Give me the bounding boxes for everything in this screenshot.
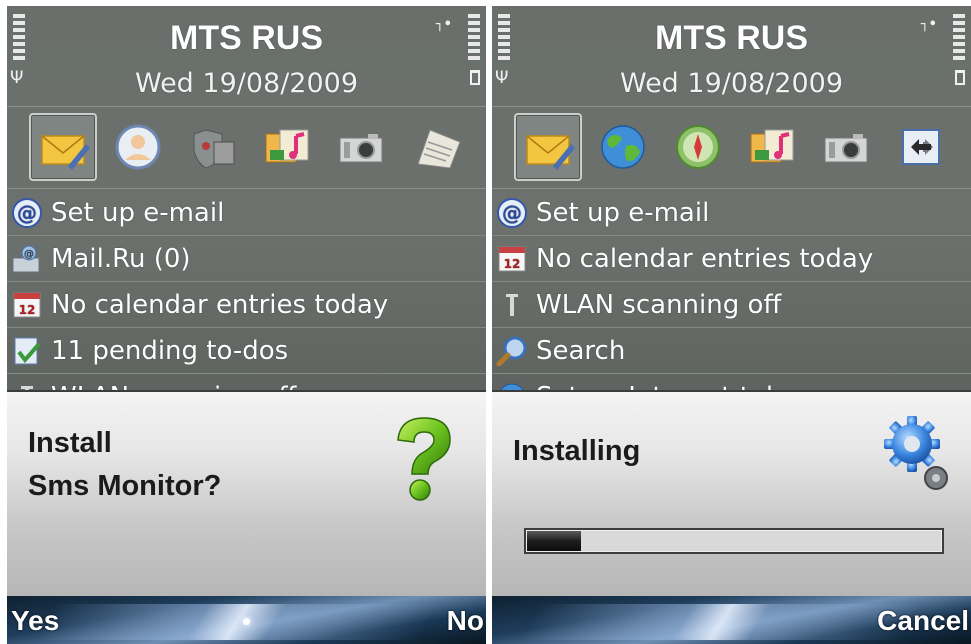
shortcut-bar: [29, 113, 479, 183]
at-icon: @: [497, 198, 527, 228]
globe-icon: [601, 125, 645, 169]
yes-softkey[interactable]: Yes: [11, 604, 59, 638]
shortcut-sync[interactable]: [888, 113, 956, 181]
list-item[interactable]: Search: [492, 328, 971, 374]
svg-text:12: 12: [504, 257, 521, 271]
contacts-icon: [115, 124, 161, 170]
question-icon: [397, 417, 451, 501]
shortcut-gallery[interactable]: [738, 113, 806, 181]
dialog-line-app-name: Sms Monitor?: [28, 470, 222, 502]
shortcut-gallery[interactable]: [253, 113, 321, 181]
cancel-softkey[interactable]: Cancel: [877, 604, 969, 638]
envelope-icon: [526, 135, 575, 170]
shortcut-messaging[interactable]: [29, 113, 97, 181]
svg-text:@: @: [24, 249, 34, 260]
center-key-indicator: [243, 618, 250, 625]
gallery-icon: [750, 129, 794, 163]
wlan-icon: [506, 294, 518, 316]
install-confirmation-dialog: Install Sms Monitor?: [7, 390, 486, 596]
shortcut-security[interactable]: [179, 113, 247, 181]
list-item[interactable]: 12 No calendar entries today: [7, 282, 486, 328]
list-item[interactable]: WLAN scanning off: [492, 282, 971, 328]
progress-fill: [527, 531, 582, 551]
shortcut-maps[interactable]: [664, 113, 732, 181]
divider: [492, 106, 971, 107]
list-item[interactable]: 11 pending to-dos: [7, 328, 486, 374]
operator-name: MTS RUS: [655, 19, 808, 57]
phone-screen-install-prompt: Ψ ┐• MTS RUS Wed 19/08/2009 @ Set up e-m…: [7, 6, 486, 644]
installing-progress-dialog: Installing: [492, 390, 971, 596]
calendar-icon: 12: [498, 246, 526, 272]
at-icon: @: [12, 198, 42, 228]
svg-text:12: 12: [19, 303, 36, 317]
list-item[interactable]: @ Set up e-mail: [7, 190, 486, 236]
gear-icon: [884, 416, 948, 490]
shortcut-camera[interactable]: [327, 113, 395, 181]
divider: [492, 188, 971, 189]
softkey-bar: Cancel: [492, 596, 971, 644]
shortcut-bar: [514, 113, 964, 183]
mail-user-icon: @: [12, 245, 40, 273]
list-item[interactable]: @ Set up e-mail: [492, 190, 971, 236]
phone-screen-installing: Ψ ┐• MTS RUS Wed 19/08/2009 @ Set up e-m…: [492, 6, 971, 644]
operator-name: MTS RUS: [170, 19, 323, 57]
shortcut-notes[interactable]: [403, 113, 471, 181]
calendar-icon: 12: [13, 292, 41, 318]
date-display: Wed 19/08/2009: [619, 68, 844, 99]
date-display: Wed 19/08/2009: [134, 68, 359, 99]
divider: [7, 106, 486, 107]
no-softkey[interactable]: No: [447, 604, 484, 638]
softkey-bar: Yes No: [7, 596, 486, 644]
shortcut-messaging[interactable]: [514, 113, 582, 181]
gallery-icon: [265, 129, 309, 163]
divider: [7, 188, 486, 189]
camera-icon: [824, 134, 868, 163]
notes-icon: [417, 129, 461, 169]
shortcut-contacts[interactable]: [104, 113, 172, 181]
list-item[interactable]: 12 No calendar entries today: [492, 236, 971, 282]
svg-text:@: @: [502, 201, 522, 225]
search-icon: [496, 336, 527, 366]
dialog-line-install: Install: [28, 427, 112, 459]
shortcut-web[interactable]: [589, 113, 657, 181]
sync-icon: [902, 129, 940, 165]
shortcut-camera[interactable]: [812, 113, 880, 181]
compass-icon: [676, 125, 720, 169]
camera-icon: [339, 134, 383, 163]
shield-icon: [193, 129, 235, 169]
dialog-message: Install Sms Monitor?: [28, 422, 221, 508]
envelope-icon: [41, 135, 90, 170]
todo-icon: [14, 337, 41, 365]
list-item[interactable]: @ Mail.Ru (0): [7, 236, 486, 282]
install-progress-bar: [524, 528, 944, 554]
svg-text:@: @: [17, 201, 37, 225]
dialog-title: Installing: [513, 435, 641, 467]
